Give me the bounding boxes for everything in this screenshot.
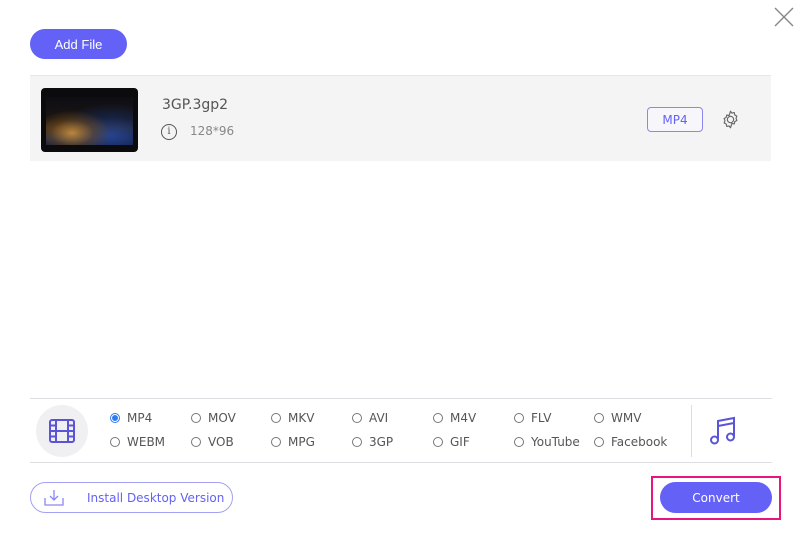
format-label: Facebook — [611, 435, 668, 449]
format-label: MPG — [288, 435, 315, 449]
format-option-youtube[interactable]: YouTube — [514, 435, 580, 449]
format-label: GIF — [450, 435, 470, 449]
format-option-m4v[interactable]: M4V — [433, 411, 476, 425]
format-option-mov[interactable]: MOV — [191, 411, 236, 425]
radio-button[interactable] — [433, 437, 443, 447]
format-label: 3GP — [369, 435, 394, 449]
format-option-webm[interactable]: WEBM — [110, 435, 165, 449]
output-format-button[interactable]: MP4 — [647, 107, 703, 132]
format-option-3gp[interactable]: 3GP — [352, 435, 393, 449]
file-name: 3GP.3gp2 — [162, 97, 229, 113]
radio-button[interactable] — [191, 413, 201, 423]
install-label: Install Desktop Version — [87, 490, 225, 505]
format-option-mpg[interactable]: MPG — [271, 435, 315, 449]
file-resolution: 128*96 — [190, 124, 235, 138]
video-format-tab[interactable] — [36, 405, 88, 457]
install-desktop-button[interactable]: Install Desktop Version — [30, 482, 233, 513]
format-label: MP4 — [127, 411, 153, 425]
add-file-button[interactable]: Add File — [30, 29, 127, 59]
format-label: YouTube — [531, 435, 580, 449]
radio-button[interactable] — [110, 437, 120, 447]
file-item: 3GP.3gp2 i 128*96 MP4 — [30, 75, 771, 161]
radio-button[interactable] — [514, 437, 524, 447]
convert-button[interactable]: Convert — [660, 482, 772, 513]
format-label: WEBM — [127, 435, 166, 449]
radio-button[interactable] — [433, 413, 443, 423]
format-label: FLV — [531, 411, 552, 425]
gear-icon[interactable] — [720, 109, 741, 130]
radio-button[interactable] — [352, 413, 362, 423]
format-option-vob[interactable]: VOB — [191, 435, 234, 449]
radio-button[interactable] — [594, 437, 604, 447]
format-selector: MP4 MOV MKV AVI M4V FLV WMV WEBM VOB MPG 3GP GIF You… — [30, 398, 772, 463]
format-label: WMV — [611, 411, 642, 425]
download-icon — [44, 489, 64, 506]
format-option-facebook[interactable]: Facebook — [594, 435, 667, 449]
radio-button[interactable] — [594, 413, 604, 423]
format-option-mp4[interactable]: MP4 — [110, 411, 152, 425]
film-icon — [49, 419, 75, 443]
radio-button[interactable] — [110, 413, 120, 423]
audio-format-tab[interactable] — [709, 415, 737, 447]
close-icon[interactable] — [773, 6, 795, 28]
format-label: MKV — [288, 411, 315, 425]
format-option-avi[interactable]: AVI — [352, 411, 388, 425]
video-thumbnail — [41, 88, 138, 152]
format-label: VOB — [208, 435, 234, 449]
format-option-wmv[interactable]: WMV — [594, 411, 641, 425]
format-option-mkv[interactable]: MKV — [271, 411, 314, 425]
radio-button[interactable] — [352, 437, 362, 447]
divider — [691, 405, 692, 457]
format-label: MOV — [208, 411, 236, 425]
format-option-gif[interactable]: GIF — [433, 435, 470, 449]
format-label: M4V — [450, 411, 477, 425]
radio-button[interactable] — [271, 437, 281, 447]
radio-button[interactable] — [191, 437, 201, 447]
info-icon[interactable]: i — [161, 124, 177, 140]
format-label: AVI — [369, 411, 389, 425]
radio-button[interactable] — [271, 413, 281, 423]
format-option-flv[interactable]: FLV — [514, 411, 551, 425]
radio-button[interactable] — [514, 413, 524, 423]
